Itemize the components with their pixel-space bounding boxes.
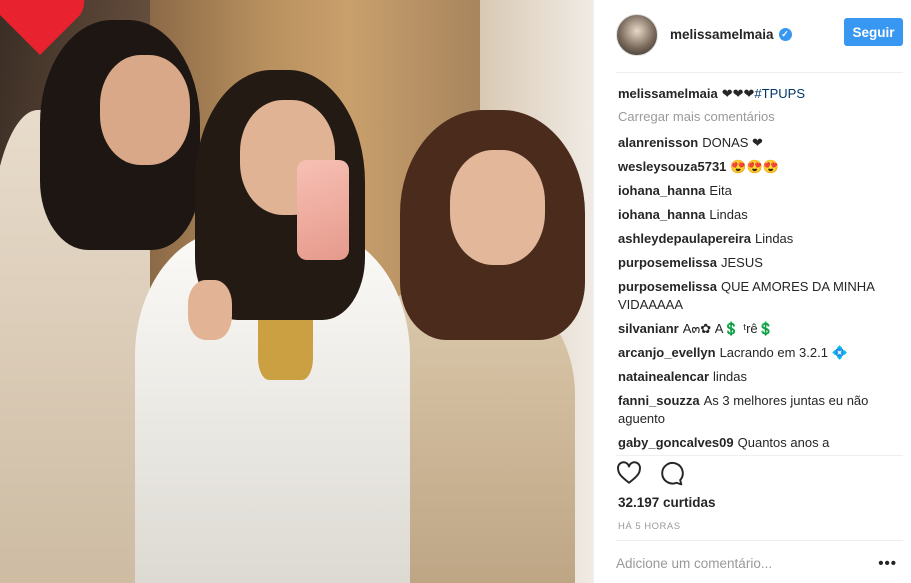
comment-item: purposemelissa QUE AMORES DA MINHA VIDAAA… [618,275,901,317]
comment-box-divider [616,540,903,541]
person-middle-hand [188,280,232,340]
comment-item: ashleydepaulapereira Lindas [618,227,901,251]
comment-username[interactable]: arcanjo_evellyn [618,345,716,360]
caption-username[interactable]: melissamelmaia [618,86,718,101]
load-more-comments-link[interactable]: Carregar mais comentários [618,103,901,131]
comment-username[interactable]: natainealencar [618,369,709,384]
post-timestamp: HÁ 5 HORAS [618,521,681,532]
comment-username[interactable]: purposemelissa [618,279,717,294]
comment-text: Lindas [709,207,748,222]
comment-item: iohana_hanna Eita [618,179,901,203]
comment-username[interactable]: purposemelissa [618,255,717,270]
comment-text: DONAS ❤ [702,135,763,150]
comment-text: JESUS [721,255,763,270]
header-divider [616,72,903,73]
post-photo[interactable] [0,0,593,583]
red-heart-icon [0,0,85,55]
comment-username[interactable]: wesleysouza5731 [618,159,726,174]
verified-check-icon: ✓ [778,28,792,41]
comment-text: A๓✿ A💲 ᵗrê💲 [682,321,774,336]
comment-item: fanni_souzza As 3 melhores juntas eu não … [618,389,901,431]
comment-item: gaby_goncalves09 Quantos anos a [618,431,901,454]
comment-item: iohana_hanna Lindas [618,203,901,227]
comment-username[interactable]: alanrenisson [618,135,698,150]
add-comment-input[interactable] [616,556,866,571]
post-header: melissamelmaia ✓ Seguir [616,12,903,57]
pink-phone [297,160,349,260]
comment-text: Lacrando em 3.2.1 💠 [719,345,848,360]
comment-item: purposemelissa JESUS [618,251,901,275]
actions-divider [616,455,903,456]
likes-count[interactable]: 32.197 curtidas [618,495,716,510]
comment-username[interactable]: gaby_goncalves09 [618,435,734,450]
comment-username[interactable]: iohana_hanna [618,183,705,198]
caption-text: ❤❤❤ [721,86,755,101]
follow-button[interactable]: Seguir [844,18,903,46]
more-options-icon[interactable]: ••• [878,555,897,572]
header-username[interactable]: melissamelmaia [670,27,774,42]
post-panel: melissamelmaia ✓ Seguir melissamelmaia ❤❤… [593,0,911,583]
post-actions [616,460,684,486]
comment-text: Quantos anos a [737,435,830,450]
comments-list[interactable]: melissamelmaia ❤❤❤#TPUPS Carregar mais co… [618,82,901,454]
comment-item: arcanjo_evellyn Lacrando em 3.2.1 💠 [618,341,901,365]
person-left-face [100,55,190,165]
comment-username[interactable]: ashleydepaulapereira [618,231,751,246]
comment-username[interactable]: iohana_hanna [618,207,705,222]
heart-icon[interactable] [616,460,642,486]
comment-bubble-icon[interactable] [658,460,684,486]
avatar[interactable] [616,13,658,56]
comment-username[interactable]: fanni_souzza [618,393,700,408]
person-right-face [450,150,545,265]
comment-text: lindas [713,369,748,384]
comment-text: Eita [709,183,732,198]
comment-text: 😍😍😍 [730,159,779,174]
comment-username[interactable]: silvanianr [618,321,679,336]
caption-hashtag[interactable]: #TPUPS [754,86,805,101]
comment-item: wesleysouza5731 😍😍😍 [618,155,901,179]
comment-text: Lindas [754,231,794,246]
comment-item: silvanianr A๓✿ A💲 ᵗrê💲 [618,317,901,341]
comment-item: natainealencar lindas [618,365,901,389]
comment-item: alanrenisson DONAS ❤ [618,131,901,155]
